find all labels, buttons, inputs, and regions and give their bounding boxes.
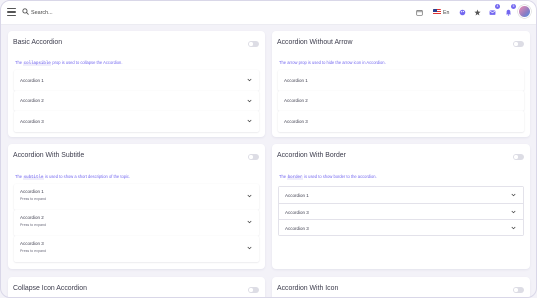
accordion-list: Accordion 1 Accordion 2 Accordion 3 — [14, 70, 259, 132]
language-label[interactable]: En — [443, 10, 449, 16]
card-accordion-with-icon: Accordion With Icon — [272, 277, 530, 297]
accordion-item[interactable]: Accordion 1 — [278, 70, 524, 91]
accordion-title: Accordion 3 — [20, 118, 44, 124]
card-description: The collapsible prop is used to collapse… — [15, 60, 123, 66]
accordion-title: Accordion 3 — [20, 241, 44, 246]
card-title: Accordion Without Arrow — [277, 39, 353, 46]
code-toggle[interactable] — [248, 154, 259, 160]
accordion-item[interactable]: Accordion 3 — [14, 111, 259, 132]
card-accordion-with-subtitle: Accordion With Subtitle The subtitle is … — [8, 144, 265, 269]
card-title: Accordion With Icon — [277, 285, 339, 292]
chevron-down-icon — [247, 246, 252, 250]
search-icon — [22, 8, 29, 15]
card-description: The border is used to show border to the… — [279, 174, 377, 180]
card-accordion-with-border: Accordion With Border The border is used… — [272, 144, 530, 269]
accordion-subtitle: Press to expand — [20, 196, 46, 201]
card-title: Accordion With Subtitle — [13, 152, 85, 159]
accordion-title: Accordion 3 — [285, 225, 309, 231]
accordion-title: Accordion 1 — [284, 77, 308, 83]
card-title: Collapse Icon Accordion — [13, 285, 87, 292]
chevron-down-icon — [247, 194, 252, 198]
mail-icon[interactable]: 4 — [487, 4, 500, 17]
accordion-item[interactable]: Accordion 2 Press to expand — [14, 210, 259, 236]
accordion-list: Accordion 1 Accordion 3 Accordion 3 — [278, 186, 524, 236]
card-title: Basic Accordion — [13, 39, 63, 46]
flag-icon[interactable] — [432, 7, 442, 17]
accordion-title: Accordion 3 — [284, 118, 308, 124]
accordion-item[interactable]: Accordion 3 Press to expand — [14, 236, 259, 262]
bell-badge: 5 — [511, 4, 516, 9]
code-toggle[interactable] — [513, 41, 524, 47]
menu-icon[interactable] — [7, 8, 16, 16]
chevron-down-icon — [247, 220, 252, 224]
chevron-down-icon — [247, 78, 252, 82]
top-navbar: En 4 5 — [1, 1, 536, 25]
accordion-item[interactable]: Accordion 3 — [278, 111, 524, 132]
card-description: The arrow prop is used to hide the arrow… — [279, 60, 386, 65]
card-basic-accordion: Basic Accordion The collapsible prop is … — [8, 31, 265, 137]
search-input[interactable] — [31, 6, 191, 19]
accordion-list: Accordion 1 Press to expand Accordion 2 … — [14, 184, 259, 262]
accordion-title: Accordion 1 — [20, 77, 44, 83]
accordion-title: Accordion 2 — [284, 98, 308, 103]
chevron-down-icon — [511, 226, 516, 230]
mail-badge: 4 — [495, 4, 500, 9]
code-toggle[interactable] — [513, 154, 524, 160]
card-collapse-icon-accordion: Collapse Icon Accordion — [8, 277, 265, 297]
accordion-item[interactable]: Accordion 1 Press to expand — [14, 184, 259, 210]
accordion-title: Accordion 3 — [285, 209, 309, 215]
accordion-subtitle: Press to expand — [20, 222, 46, 227]
bell-icon[interactable]: 5 — [503, 4, 516, 17]
accordion-item[interactable]: Accordion 2 — [278, 90, 524, 111]
accordion-list: Accordion 1 Accordion 2 Accordion 3 — [278, 70, 524, 132]
accordion-subtitle: Press to expand — [20, 248, 46, 253]
calendar-icon[interactable] — [414, 7, 424, 17]
app-window: En 4 5 Basic Accordion The collapsible p… — [0, 0, 537, 298]
code-toggle[interactable] — [513, 287, 524, 293]
code-toggle[interactable] — [248, 41, 259, 47]
code-toggle[interactable] — [248, 287, 259, 293]
card-description: The subtitle is used to show a short des… — [15, 174, 131, 180]
accordion-title: Accordion 1 — [20, 189, 44, 194]
accordion-item[interactable]: Accordion 3 — [279, 219, 523, 235]
accordion-item[interactable]: Accordion 1 — [279, 187, 523, 203]
card-accordion-without-arrow: Accordion Without Arrow The arrow prop i… — [272, 31, 530, 137]
accordion-item[interactable]: Accordion 3 — [279, 203, 523, 219]
accordion-title: Accordion 2 — [20, 215, 44, 220]
accordion-title: Accordion 1 — [285, 192, 309, 198]
chevron-down-icon — [511, 210, 516, 214]
palette-icon[interactable] — [457, 7, 467, 17]
accordion-item[interactable]: Accordion 1 — [14, 70, 259, 91]
card-title: Accordion With Border — [277, 152, 346, 159]
chevron-down-icon — [247, 119, 252, 123]
chevron-down-icon — [247, 99, 252, 102]
star-icon[interactable] — [472, 7, 482, 17]
accordion-title: Accordion 2 — [20, 98, 44, 103]
chevron-down-icon — [511, 193, 516, 197]
accordion-item[interactable]: Accordion 2 — [14, 90, 259, 111]
avatar[interactable] — [518, 5, 531, 18]
